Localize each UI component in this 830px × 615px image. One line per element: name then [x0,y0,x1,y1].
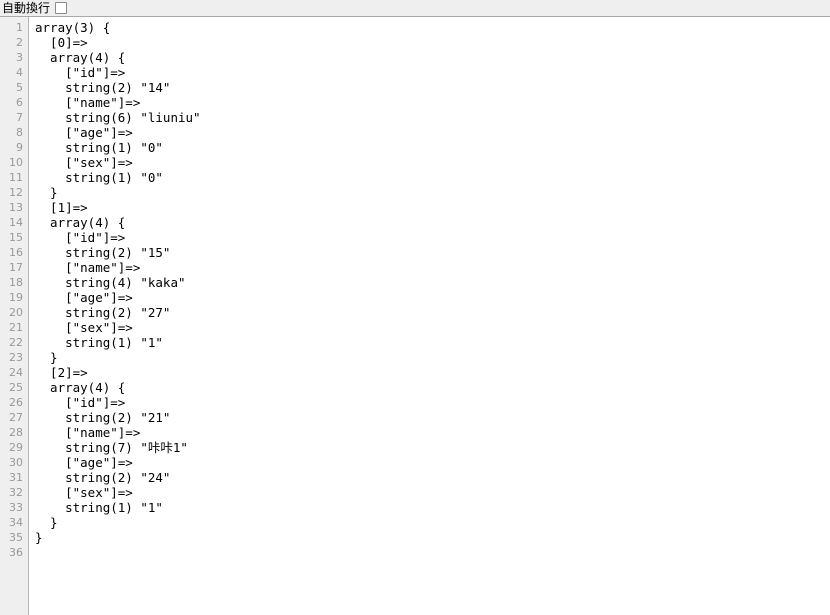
line-number: 4 [16,66,23,79]
code-line: ["name"]=> [35,260,141,275]
line-number: 5 [16,81,23,94]
code-line: ["age"]=> [35,125,133,140]
line-number-gutter: 1 2 3 4 5 6 7 8 9 10 11 12 13 14 15 16 17 18 19 20 21 22 23 24 2… [0,17,29,615]
code-line: ["age"]=> [35,290,133,305]
line-number: 13 [9,201,23,214]
line-number: 17 [9,261,23,274]
line-number: 32 [9,486,23,499]
code-line: array(4) { [35,215,126,230]
line-number: 2 [16,36,23,49]
line-number: 34 [9,516,23,529]
code-line: string(1) "1" [35,335,163,350]
word-wrap-label: 自動換行 [2,1,51,15]
line-number: 15 [9,231,23,244]
line-number: 18 [9,276,23,289]
code-line: ["id"]=> [35,230,126,245]
line-number: 26 [9,396,23,409]
code-line: string(7) "咔咔1" [35,440,188,455]
code-line: [0]=> [35,35,88,50]
code-line: string(2) "14" [35,80,171,95]
code-line: string(6) "liuniu" [35,110,201,125]
code-line: ["name"]=> [35,425,141,440]
code-line: } [35,530,43,545]
line-number: 12 [9,186,23,199]
line-number: 29 [9,441,23,454]
code-line: array(3) { [35,20,111,35]
code-line: string(2) "15" [35,245,171,260]
code-line: } [35,350,58,365]
code-line: string(2) "27" [35,305,171,320]
line-number: 9 [16,141,23,154]
line-number: 27 [9,411,23,424]
code-line: } [35,515,58,530]
code-line: ["sex"]=> [35,155,133,170]
line-number: 30 [9,456,23,469]
line-number: 6 [16,96,23,109]
code-line: ["id"]=> [35,65,126,80]
toolbar: 自動換行 ✓ [0,0,830,17]
code-line: ["name"]=> [35,95,141,110]
code-line: array(4) { [35,380,126,395]
line-number: 23 [9,351,23,364]
code-line: string(2) "21" [35,410,171,425]
code-line: ["id"]=> [35,395,126,410]
code-line: ["sex"]=> [35,320,133,335]
line-number: 21 [9,321,23,334]
line-number: 25 [9,381,23,394]
code-line: string(1) "1" [35,500,163,515]
line-number: 1 [16,21,23,34]
line-number: 3 [16,51,23,64]
line-number: 20 [9,306,23,319]
line-number: 19 [9,291,23,304]
line-number: 7 [16,111,23,124]
line-number: 36 [9,546,23,559]
code-line: ["age"]=> [35,455,133,470]
word-wrap-checkbox[interactable]: ✓ [55,2,68,14]
code-line: string(4) "kaka" [35,275,186,290]
code-line: string(1) "0" [35,140,163,155]
line-number: 24 [9,366,23,379]
code-line: [2]=> [35,365,88,380]
code-line: } [35,185,58,200]
code-editor[interactable]: 1 2 3 4 5 6 7 8 9 10 11 12 13 14 15 16 17 18 19 20 21 22 23 24 2… [0,17,830,615]
code-line: string(2) "24" [35,470,171,485]
line-number: 28 [9,426,23,439]
code-line: ["sex"]=> [35,485,133,500]
line-number: 33 [9,501,23,514]
code-line: array(4) { [35,50,126,65]
line-number: 35 [9,531,23,544]
code-line: [1]=> [35,200,88,215]
line-number: 22 [9,336,23,349]
line-number: 31 [9,471,23,484]
code-line: string(1) "0" [35,170,163,185]
line-number: 8 [16,126,23,139]
line-number: 14 [9,216,23,229]
line-number: 16 [9,246,23,259]
code-content[interactable]: array(3) { [0]=> array(4) { ["id"]=> str… [29,17,830,615]
line-number: 11 [9,171,23,184]
line-number: 10 [9,156,23,169]
